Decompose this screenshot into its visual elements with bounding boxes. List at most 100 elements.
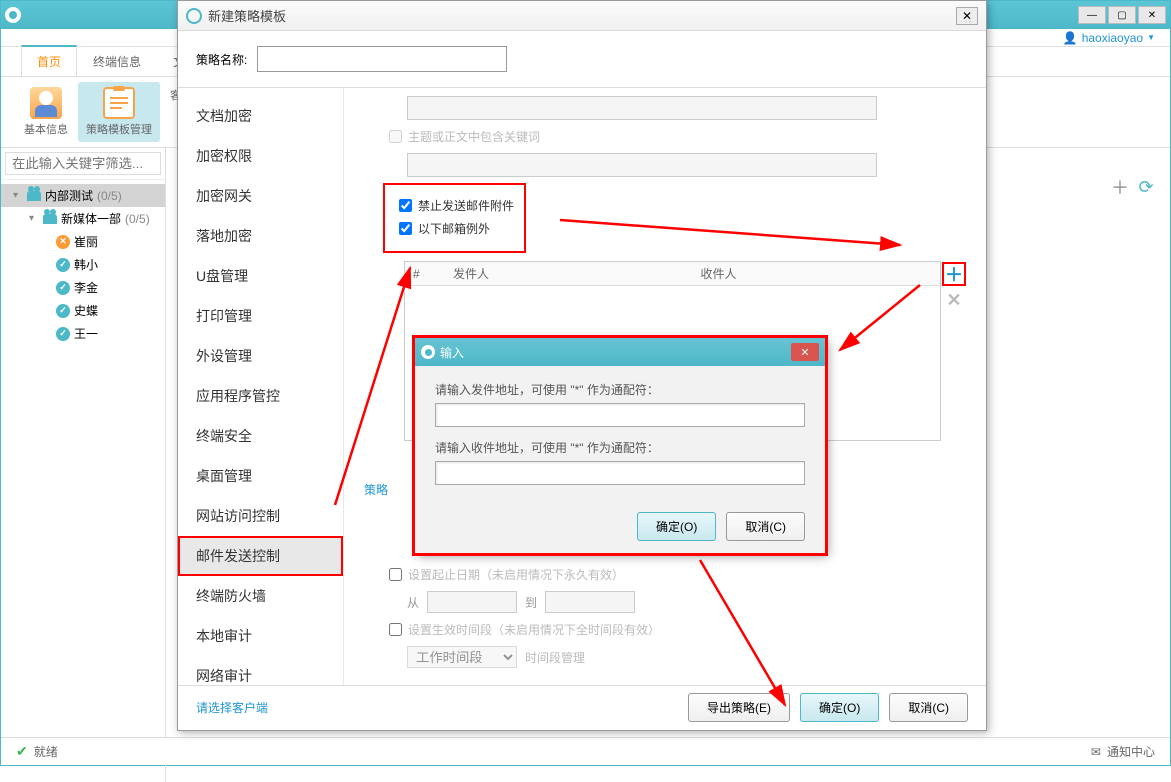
tree-group[interactable]: ▾ 新媒体一部 (0/5) bbox=[1, 207, 165, 230]
tree-user-label: 崔丽 bbox=[74, 233, 98, 250]
toolbar-basic-info[interactable]: 基本信息 bbox=[16, 82, 76, 142]
clipboard-icon bbox=[103, 87, 135, 119]
tab-home[interactable]: 首页 bbox=[21, 45, 77, 76]
org-tree: ▾ 内部测试 (0/5) ▾ 新媒体一部 (0/5) ✕崔丽 ✓韩小 ✓李金 ✓… bbox=[1, 180, 165, 349]
toolbar-policy-template[interactable]: 策略模板管理 bbox=[78, 82, 160, 142]
nav-local-audit[interactable]: 本地审计 bbox=[178, 616, 343, 656]
input-dialog: 输入 ✕ 请输入发件地址，可使用 "*" 作为通配符： 请输入收件地址，可使用 … bbox=[415, 338, 825, 553]
maximize-button[interactable]: ▢ bbox=[1108, 6, 1136, 24]
nav-network-audit[interactable]: 网络审计 bbox=[178, 656, 343, 685]
tree-user-label: 史蝶 bbox=[74, 302, 98, 319]
tree-user[interactable]: ✕ 崔丽 bbox=[1, 230, 165, 253]
tree-user-label: 李金 bbox=[74, 279, 98, 296]
to-date-input[interactable] bbox=[545, 591, 635, 613]
input-cancel-button[interactable]: 取消(C) bbox=[726, 512, 805, 541]
no-attachment-checkbox[interactable] bbox=[399, 199, 412, 212]
date-checkbox[interactable] bbox=[389, 568, 402, 581]
collapse-icon[interactable]: ▾ bbox=[13, 190, 23, 201]
no-attachment-label: 禁止发送邮件附件 bbox=[418, 197, 514, 214]
keyword-label: 主题或正文中包含关键词 bbox=[408, 128, 540, 145]
nav-email-control[interactable]: 邮件发送控制 bbox=[178, 536, 343, 576]
receiver-label: 请输入收件地址，可使用 "*" 作为通配符： bbox=[435, 439, 805, 456]
tab-terminal[interactable]: 终端信息 bbox=[77, 46, 157, 76]
add-row-button[interactable]: ＋ bbox=[944, 264, 964, 284]
input-dialog-close-button[interactable]: ✕ bbox=[791, 343, 819, 361]
dialog-title: 新建策略模板 bbox=[208, 6, 286, 25]
tree-user[interactable]: ✓ 韩小 bbox=[1, 253, 165, 276]
to-label: 到 bbox=[525, 594, 537, 611]
policy-name-input[interactable] bbox=[257, 46, 507, 72]
nav-website[interactable]: 网站访问控制 bbox=[178, 496, 343, 536]
keyword-checkbox[interactable] bbox=[389, 130, 402, 143]
status-online-icon: ✓ bbox=[56, 304, 70, 318]
nav-app-control[interactable]: 应用程序管控 bbox=[178, 376, 343, 416]
time-label: 设置生效时间段（未启用情况下全时间段有效） bbox=[408, 621, 660, 638]
refresh-button[interactable]: ⟳ bbox=[1137, 178, 1155, 196]
tree-root[interactable]: ▾ 内部测试 (0/5) bbox=[1, 184, 165, 207]
export-policy-button[interactable]: 导出策略(E) bbox=[688, 693, 790, 722]
col-sender: 发件人 bbox=[445, 265, 693, 282]
search-input[interactable] bbox=[5, 152, 161, 175]
nav-landing-encrypt[interactable]: 落地加密 bbox=[178, 216, 343, 256]
period-select[interactable]: 工作时间段 bbox=[407, 646, 517, 668]
input-ok-button[interactable]: 确定(O) bbox=[637, 512, 716, 541]
input-dialog-title: 输入 bbox=[440, 344, 464, 361]
check-icon: ✔ bbox=[16, 743, 28, 760]
except-checkbox[interactable] bbox=[399, 222, 412, 235]
tree-user[interactable]: ✓李金 bbox=[1, 276, 165, 299]
tree-user[interactable]: ✓王一 bbox=[1, 322, 165, 345]
policy-name-row: 策略名称: bbox=[178, 31, 986, 87]
dialog-icon bbox=[186, 8, 202, 24]
time-checkbox[interactable] bbox=[389, 623, 402, 636]
dialog-close-button[interactable]: ✕ bbox=[956, 7, 978, 25]
col-number: # bbox=[405, 267, 445, 281]
toolbar-basic-label: 基本信息 bbox=[24, 121, 68, 137]
table-header: # 发件人 收件人 bbox=[405, 262, 940, 286]
nav-encrypt-gateway[interactable]: 加密网关 bbox=[178, 176, 343, 216]
status-online-icon: ✓ bbox=[56, 258, 70, 272]
status-text: 就绪 bbox=[34, 743, 58, 760]
dialog-ok-button[interactable]: 确定(O) bbox=[800, 693, 879, 722]
dialog-title-bar[interactable]: 新建策略模板 ✕ bbox=[178, 1, 986, 31]
dialog-cancel-button[interactable]: 取消(C) bbox=[889, 693, 968, 722]
user-link[interactable]: 👤 haoxiaoyao ▼ bbox=[1063, 31, 1155, 45]
disabled-input bbox=[407, 96, 877, 120]
person-icon bbox=[30, 87, 62, 119]
username: haoxiaoyao bbox=[1082, 31, 1143, 45]
notification-label: 通知中心 bbox=[1107, 743, 1155, 760]
tree-user[interactable]: ✓ 史蝶 bbox=[1, 299, 165, 322]
notification-center[interactable]: ✉ 通知中心 bbox=[1091, 743, 1155, 760]
tree-group-label: 新媒体一部 bbox=[61, 210, 121, 227]
group-icon bbox=[27, 191, 41, 201]
input-dialog-title-bar[interactable]: 输入 ✕ bbox=[415, 338, 825, 366]
collapse-icon[interactable]: ▾ bbox=[29, 213, 39, 224]
period-mgmt-label: 时间段管理 bbox=[525, 649, 585, 666]
nav-doc-encrypt[interactable]: 文档加密 bbox=[178, 96, 343, 136]
dropdown-icon: ▼ bbox=[1147, 33, 1155, 42]
select-client-link[interactable]: 请选择客户端 bbox=[196, 699, 268, 716]
nav-print[interactable]: 打印管理 bbox=[178, 296, 343, 336]
nav-firewall[interactable]: 终端防火墙 bbox=[178, 576, 343, 616]
dialog-footer: 请选择客户端 导出策略(E) 确定(O) 取消(C) bbox=[178, 685, 986, 729]
status-offline-icon: ✕ bbox=[56, 235, 70, 249]
nav-desktop[interactable]: 桌面管理 bbox=[178, 456, 343, 496]
from-date-input[interactable] bbox=[427, 591, 517, 613]
user-icon: 👤 bbox=[1063, 31, 1078, 45]
delete-row-button[interactable]: ✕ bbox=[944, 290, 964, 310]
add-button[interactable]: ＋ bbox=[1111, 178, 1129, 196]
status-bar: ✔ 就绪 ✉ 通知中心 bbox=[1, 737, 1170, 765]
col-receiver: 收件人 bbox=[693, 265, 941, 282]
status-left: ✔ 就绪 bbox=[16, 743, 58, 760]
nav-terminal-security[interactable]: 终端安全 bbox=[178, 416, 343, 456]
app-icon bbox=[5, 7, 21, 23]
minimize-button[interactable]: — bbox=[1078, 6, 1106, 24]
window-controls: — ▢ ✕ bbox=[1078, 6, 1166, 24]
close-button[interactable]: ✕ bbox=[1138, 6, 1166, 24]
nav-peripheral[interactable]: 外设管理 bbox=[178, 336, 343, 376]
nav-encrypt-perm[interactable]: 加密权限 bbox=[178, 136, 343, 176]
receiver-input[interactable] bbox=[435, 461, 805, 485]
tree-user-label: 韩小 bbox=[74, 256, 98, 273]
sender-input[interactable] bbox=[435, 403, 805, 427]
nav-usb[interactable]: U盘管理 bbox=[178, 256, 343, 296]
policy-hint: 策略 bbox=[359, 481, 388, 498]
